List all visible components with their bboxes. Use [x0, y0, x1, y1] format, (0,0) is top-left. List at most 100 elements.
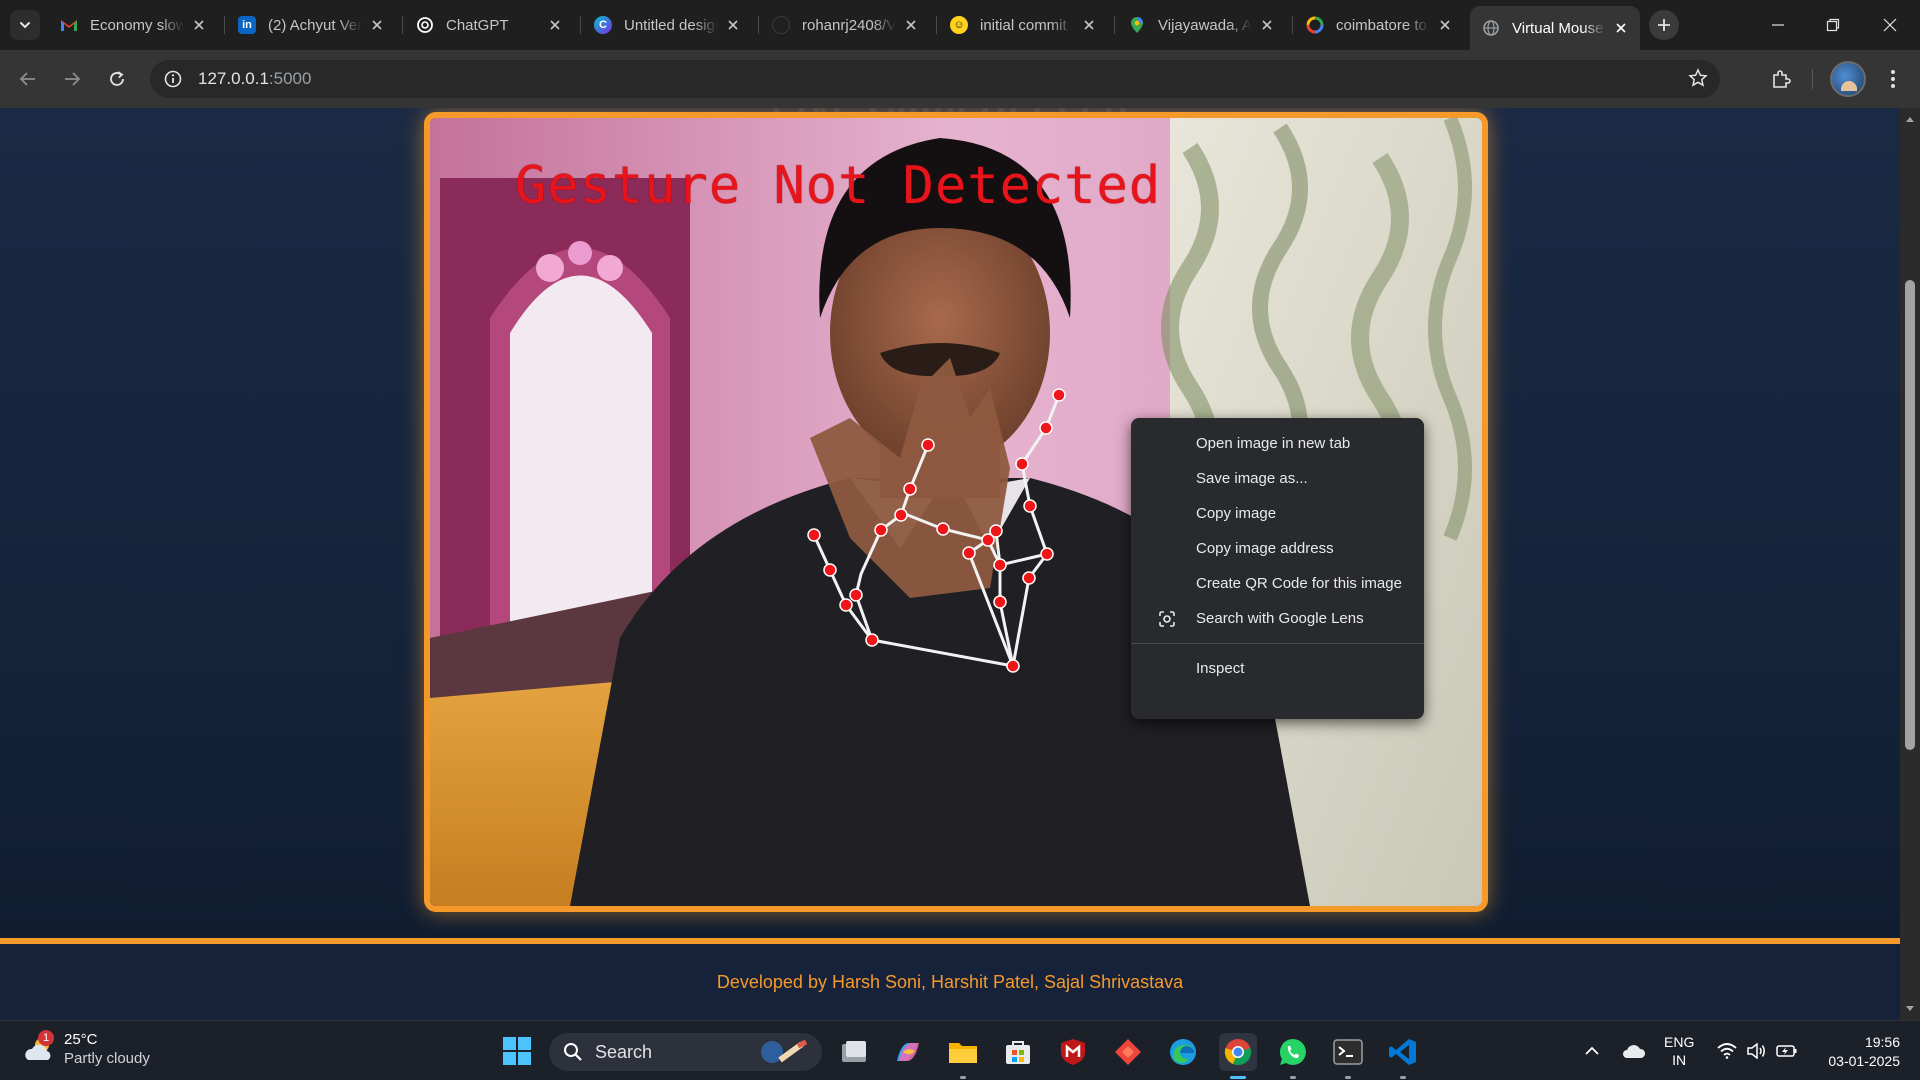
restore-button[interactable]	[1815, 8, 1851, 42]
chrome-icon	[1224, 1039, 1252, 1066]
tab-github[interactable]: rohanrj2408/Virtual	[760, 8, 930, 42]
more-vertical-icon	[1891, 70, 1895, 88]
menu-save-image-as[interactable]: Save image as...	[1131, 461, 1424, 496]
tray-battery[interactable]	[1774, 1021, 1800, 1080]
taskbar-file-explorer[interactable]	[944, 1033, 982, 1079]
close-tab-icon[interactable]	[1612, 19, 1630, 37]
menu-create-qr-code[interactable]: Create QR Code for this image	[1131, 566, 1424, 601]
taskbar-mcafee[interactable]	[1054, 1033, 1092, 1071]
forward-button[interactable]	[56, 63, 88, 95]
page-scrollbar[interactable]	[1900, 108, 1920, 1020]
tab-title: Virtual Mouse	[1512, 19, 1604, 37]
scroll-down-arrow-icon[interactable]	[1905, 1004, 1915, 1014]
close-tab-icon[interactable]	[724, 16, 742, 34]
url-host: 127.0.0.1	[198, 69, 269, 88]
url-text: 127.0.0.1:5000	[198, 69, 311, 89]
minimize-button[interactable]	[1760, 8, 1796, 42]
screen: Economy slowdown in (2) Achyut Verma Cha…	[0, 0, 1920, 1080]
speaker-icon	[1747, 1043, 1765, 1059]
reload-button[interactable]	[101, 63, 133, 95]
address-bar[interactable]: 127.0.0.1:5000	[150, 60, 1720, 98]
tab-title: (2) Achyut Verma	[268, 16, 362, 34]
battery-charging-icon	[1776, 1045, 1797, 1057]
menu-item-label: Save image as...	[1196, 470, 1308, 487]
tab-separator	[1292, 16, 1293, 34]
profile-avatar[interactable]	[1830, 61, 1866, 97]
whatsapp-icon	[1279, 1038, 1306, 1065]
back-button[interactable]	[12, 63, 44, 95]
site-info-icon[interactable]	[154, 60, 192, 98]
windows-logo-icon	[503, 1037, 531, 1065]
tab-linkedin[interactable]: in (2) Achyut Verma	[226, 8, 396, 42]
weather-widget[interactable]: 1 25°C Partly cloudy	[22, 1030, 150, 1069]
menu-inspect[interactable]: Inspect	[1131, 651, 1424, 686]
tab-chatgpt[interactable]: ChatGPT	[404, 8, 574, 42]
tray-volume[interactable]	[1744, 1021, 1770, 1080]
tab-title: ChatGPT	[446, 16, 509, 34]
close-tab-icon[interactable]	[1080, 16, 1098, 34]
toolbar-divider	[1812, 69, 1813, 89]
tab-huggingface[interactable]: ☺ initial commit	[938, 8, 1108, 42]
anydesk-icon	[1115, 1039, 1141, 1065]
tab-gmail[interactable]: Economy slowdown	[48, 8, 218, 42]
close-tab-icon[interactable]	[902, 16, 920, 34]
menu-search-google-lens[interactable]: Search with Google Lens	[1131, 601, 1424, 636]
taskbar-anydesk[interactable]	[1109, 1033, 1147, 1071]
onedrive-cloud-icon	[1623, 1045, 1646, 1058]
tab-title: Vijayawada, Andhra	[1158, 16, 1252, 34]
taskbar-chrome[interactable]	[1219, 1033, 1257, 1079]
close-tab-icon[interactable]	[546, 16, 564, 34]
menu-item-label: Copy image	[1196, 505, 1277, 522]
terminal-icon	[1333, 1039, 1363, 1065]
menu-open-image-new-tab[interactable]: Open image in new tab	[1131, 426, 1424, 461]
system-clock[interactable]: 19:56 03-01-2025	[1810, 1033, 1900, 1071]
new-tab-button[interactable]	[1649, 10, 1679, 40]
taskbar-search-label: Search	[595, 1041, 653, 1062]
tab-maps[interactable]: Vijayawada, Andhra	[1116, 8, 1286, 42]
tray-onedrive[interactable]	[1620, 1021, 1648, 1080]
bookmark-star-icon[interactable]	[1688, 68, 1708, 93]
scroll-up-arrow-icon[interactable]	[1905, 114, 1915, 124]
taskbar-copilot[interactable]	[889, 1033, 927, 1071]
taskbar-search-box[interactable]: Search	[549, 1033, 822, 1071]
search-highlight-icon	[758, 1038, 810, 1066]
close-tab-icon[interactable]	[1258, 16, 1276, 34]
start-button[interactable]	[502, 1036, 532, 1066]
scrollbar-thumb[interactable]	[1905, 280, 1915, 750]
taskbar-microsoft-store[interactable]	[999, 1033, 1037, 1071]
close-tab-icon[interactable]	[190, 16, 208, 34]
maps-icon	[1128, 16, 1146, 34]
tray-wifi[interactable]	[1714, 1021, 1740, 1080]
wifi-icon	[1717, 1043, 1737, 1059]
menu-copy-image-address[interactable]: Copy image address	[1131, 531, 1424, 566]
close-tab-icon[interactable]	[1436, 16, 1454, 34]
reload-icon	[110, 71, 124, 86]
globe-icon	[1482, 19, 1500, 37]
close-tab-icon[interactable]	[368, 16, 386, 34]
running-indicator	[1400, 1076, 1406, 1079]
menu-copy-image[interactable]: Copy image	[1131, 496, 1424, 531]
menu-item-label: Create QR Code for this image	[1196, 575, 1402, 592]
gesture-status-text: Gesture Not Detected	[515, 156, 1162, 216]
tab-canva[interactable]: C Untitled design	[582, 8, 752, 42]
close-window-button[interactable]	[1872, 8, 1908, 42]
taskbar-whatsapp[interactable]	[1274, 1033, 1312, 1079]
input-language-indicator[interactable]: ENG IN	[1664, 1033, 1694, 1069]
taskbar-vscode[interactable]	[1384, 1033, 1422, 1079]
menu-item-label: Inspect	[1196, 660, 1245, 677]
tab-google[interactable]: coimbatore to	[1294, 8, 1464, 42]
tab-search-button[interactable]	[10, 10, 40, 40]
extensions-button[interactable]	[1765, 63, 1797, 95]
running-indicator	[1230, 1076, 1246, 1079]
taskbar-edge[interactable]	[1164, 1033, 1202, 1071]
taskbar-terminal[interactable]	[1329, 1033, 1367, 1079]
tab-separator	[936, 16, 937, 34]
tray-overflow-button[interactable]	[1580, 1021, 1604, 1080]
tab-virtual-mouse[interactable]: Virtual Mouse	[1470, 6, 1640, 50]
browser-menu-button[interactable]	[1877, 63, 1909, 95]
web-page: Live Camera Feed	[0, 108, 1900, 1020]
task-view-button[interactable]	[835, 1033, 873, 1071]
tab-separator	[402, 16, 403, 34]
tab-title: coimbatore to	[1336, 16, 1427, 34]
close-icon	[1883, 18, 1897, 32]
